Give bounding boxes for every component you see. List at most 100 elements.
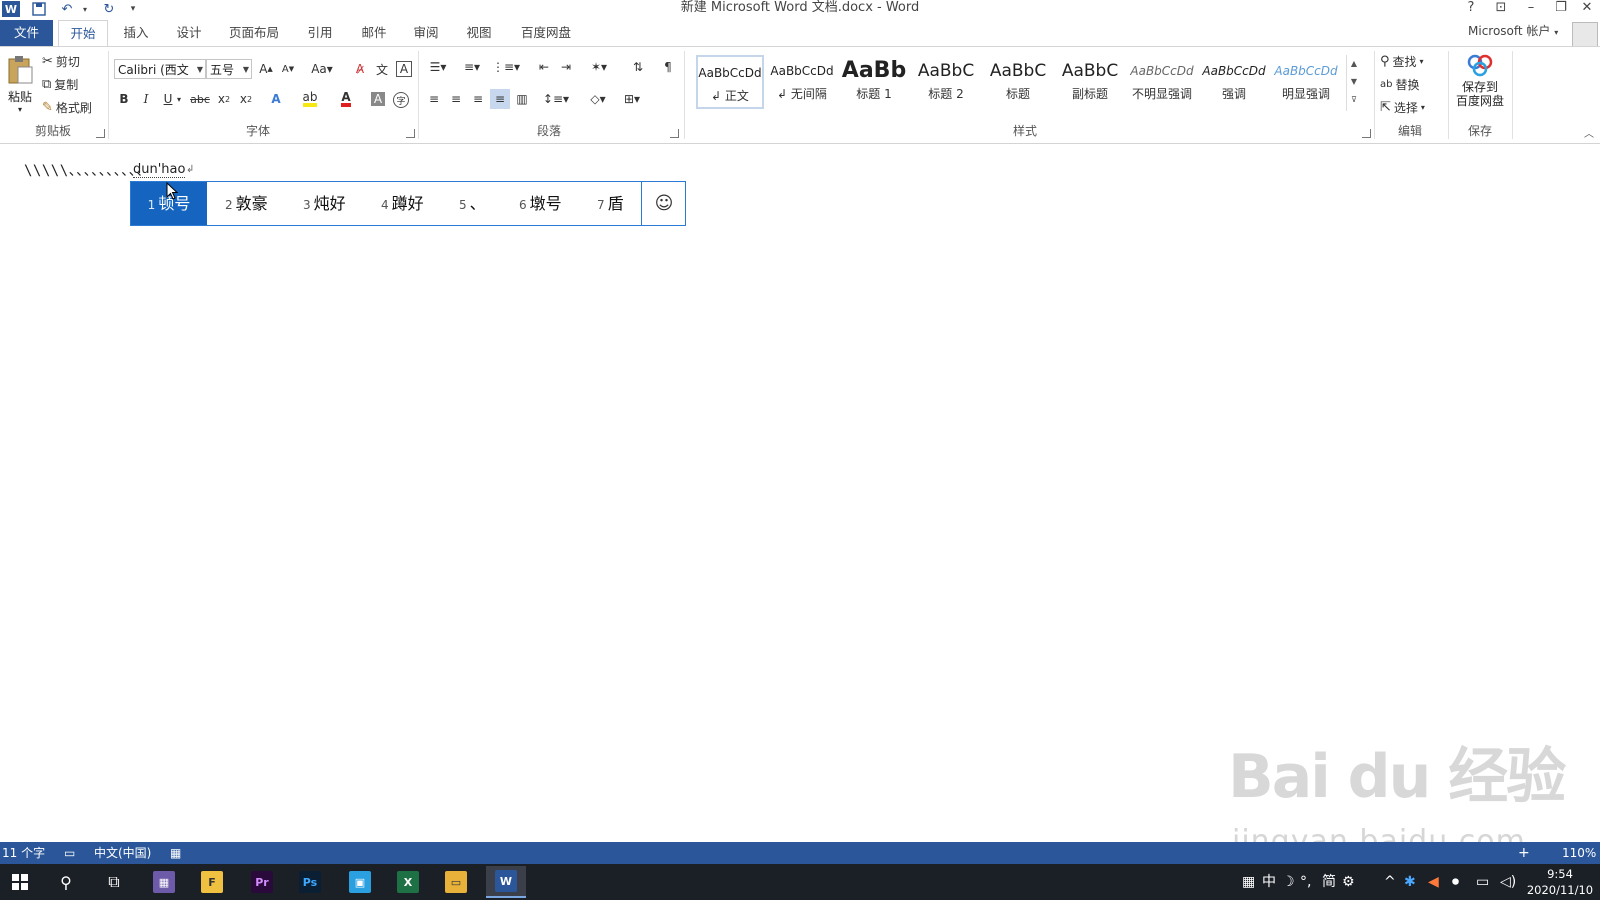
tab-baidu-pan[interactable]: 百度网盘: [512, 20, 580, 46]
file-app-icon[interactable]: F: [192, 866, 232, 898]
volume-icon[interactable]: ◁): [1500, 864, 1516, 900]
macro-icon[interactable]: ▦: [170, 842, 181, 864]
account-menu[interactable]: Microsoft 帐户 ▾: [1468, 22, 1558, 39]
collapse-ribbon-icon[interactable]: ︿: [1584, 125, 1594, 140]
file-explorer-icon[interactable]: ▭: [436, 866, 476, 898]
style-heading-2[interactable]: AaBbC 标题 2: [912, 55, 980, 109]
ime-candidate[interactable]: 3 炖好: [303, 182, 346, 225]
asian-layout-icon[interactable]: ✶▾: [586, 57, 612, 77]
align-left-icon[interactable]: ≡: [424, 89, 444, 109]
ime-candidate[interactable]: 4 蹲好: [381, 182, 424, 225]
help-button[interactable]: ?: [1458, 0, 1484, 18]
style-subtle-emphasis[interactable]: AaBbCcDd 不明显强调: [1128, 55, 1196, 109]
distribute-icon[interactable]: ▥: [512, 89, 532, 109]
justify-icon[interactable]: ≡: [490, 89, 510, 109]
ime-candidate[interactable]: 2 敦豪: [225, 182, 268, 225]
half-width-icon[interactable]: ☽: [1282, 864, 1295, 900]
chevron-up-icon[interactable]: ^: [1384, 864, 1396, 900]
zoom-level[interactable]: 110%: [1562, 842, 1596, 864]
tab-home[interactable]: 开始: [58, 20, 108, 47]
bluetooth-icon[interactable]: ✱: [1404, 864, 1416, 900]
style-subtitle[interactable]: AaBbC 副标题: [1056, 55, 1124, 109]
tab-layout[interactable]: 页面布局: [222, 20, 286, 46]
dialog-launcher-icon[interactable]: [406, 129, 415, 138]
search-icon[interactable]: ⚲: [46, 866, 86, 898]
word-count[interactable]: 11 个字: [2, 842, 45, 864]
find-button[interactable]: ⚲ 查找 ▾: [1380, 53, 1424, 70]
phonetic-guide-icon[interactable]: 文: [372, 59, 392, 79]
undo-icon[interactable]: ↶: [58, 1, 76, 17]
avatar[interactable]: [1572, 22, 1598, 48]
ime-mode-icon[interactable]: ▦: [1242, 864, 1255, 900]
tab-file[interactable]: 文件: [0, 20, 53, 46]
redo-icon[interactable]: ↻: [100, 1, 118, 17]
ime-candidate[interactable]: 5、: [459, 182, 486, 225]
bold-icon[interactable]: B: [114, 89, 134, 109]
font-color-icon[interactable]: A: [336, 89, 356, 109]
task-view-icon[interactable]: ⧉: [94, 866, 134, 898]
clock[interactable]: 9:54 2020/11/10: [1524, 866, 1596, 898]
chevron-down-icon[interactable]: ▾: [174, 89, 184, 109]
tab-insert[interactable]: 插入: [112, 20, 160, 46]
windows-start-icon[interactable]: [0, 866, 40, 898]
superscript-icon[interactable]: x2: [236, 89, 256, 109]
italic-icon[interactable]: I: [136, 89, 156, 109]
replace-button[interactable]: ab 替换: [1380, 76, 1420, 93]
sort-icon[interactable]: ⇅: [628, 57, 648, 77]
close-button[interactable]: ✕: [1574, 0, 1600, 18]
word-taskbar-icon[interactable]: W: [486, 866, 526, 898]
premiere-icon[interactable]: Pr: [242, 866, 282, 898]
ribbon-display-button[interactable]: ⊡: [1488, 0, 1514, 18]
align-right-icon[interactable]: ≡: [468, 89, 488, 109]
dialog-launcher-icon[interactable]: [96, 129, 105, 138]
tab-view[interactable]: 视图: [455, 20, 503, 46]
font-size-combo[interactable]: 五号 ▼: [206, 59, 252, 79]
microphone-icon[interactable]: ⏺: [1452, 864, 1459, 900]
undo-dropdown-icon[interactable]: ▾: [76, 1, 94, 17]
ime-candidate[interactable]: 7盾: [597, 182, 624, 225]
cut-button[interactable]: ✂ 剪切: [42, 53, 80, 70]
font-name-combo[interactable]: Calibri (西文 ▼: [114, 59, 206, 79]
borders-icon[interactable]: ⊞▾: [618, 89, 646, 109]
app-icon[interactable]: ▣: [340, 866, 380, 898]
grow-font-icon[interactable]: A ▲: [256, 59, 276, 79]
text-effects-icon[interactable]: A: [266, 89, 286, 109]
customize-qat-icon[interactable]: ▾: [124, 1, 142, 17]
character-border-icon[interactable]: A: [396, 61, 412, 77]
character-shading-icon[interactable]: A: [371, 92, 385, 106]
show-marks-icon[interactable]: ¶: [658, 57, 678, 77]
align-center-icon[interactable]: ≡: [446, 89, 466, 109]
style-normal[interactable]: AaBbCcDd ↲ 正文: [696, 55, 764, 109]
restore-button[interactable]: ❐: [1548, 0, 1574, 18]
clear-formatting-icon[interactable]: A̷: [350, 59, 370, 79]
style-emphasis[interactable]: AaBbCcDd 强调: [1200, 55, 1268, 109]
tab-design[interactable]: 设计: [165, 20, 213, 46]
style-heading-1[interactable]: AaBb 标题 1: [840, 55, 908, 109]
highlight-icon[interactable]: ab: [300, 89, 320, 109]
strikethrough-icon[interactable]: abc: [190, 89, 210, 109]
style-title[interactable]: AaBbC 标题: [984, 55, 1052, 109]
dialog-launcher-icon[interactable]: [670, 129, 679, 138]
gear-icon[interactable]: ⚙: [1342, 864, 1355, 900]
simplified-indicator[interactable]: 简: [1322, 864, 1336, 900]
shrink-font-icon[interactable]: A ▼: [278, 59, 298, 79]
subscript-icon[interactable]: x2: [214, 89, 234, 109]
paste-button[interactable]: 粘贴 ▾: [4, 55, 36, 117]
dialog-launcher-icon[interactable]: [1362, 129, 1371, 138]
document-text[interactable]: \\\\\、、、、、、、、、、: [24, 160, 151, 180]
gallery-scroll[interactable]: ▲ ▼ ⊽: [1346, 55, 1361, 111]
line-spacing-icon[interactable]: ↕≡▾: [542, 89, 570, 109]
save-to-baidu-button[interactable]: 保存到 百度网盘: [1452, 53, 1508, 108]
format-painter-button[interactable]: ✎ 格式刷: [42, 99, 92, 116]
tab-references[interactable]: 引用: [296, 20, 344, 46]
proofing-icon[interactable]: ▭: [64, 842, 75, 864]
select-button[interactable]: ⇱ 选择 ▾: [1380, 99, 1425, 116]
zoom-slider[interactable]: +: [1518, 842, 1530, 864]
multilevel-list-icon[interactable]: ⋮≡▾: [492, 57, 520, 77]
style-intense-emphasis[interactable]: AaBbCcDd 明显强调: [1272, 55, 1340, 109]
minimize-button[interactable]: –: [1518, 0, 1544, 18]
notification-app-icon[interactable]: ◀: [1428, 864, 1439, 900]
style-no-spacing[interactable]: AaBbCcDd ↲ 无间隔: [768, 55, 836, 109]
enclose-characters-icon[interactable]: 字: [393, 92, 409, 108]
ime-language-indicator[interactable]: 中: [1262, 864, 1276, 900]
